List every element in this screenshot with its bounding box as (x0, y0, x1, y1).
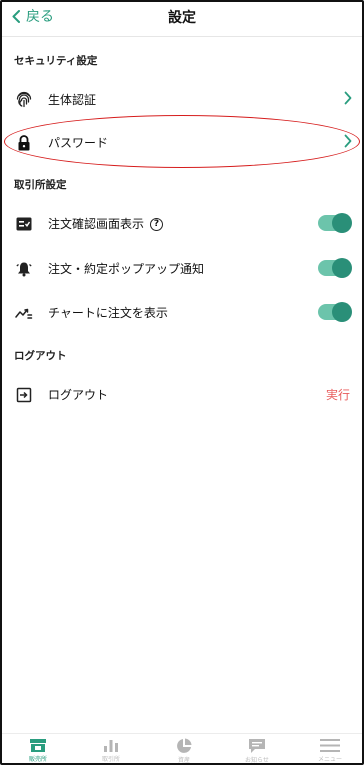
section-title-exchange: 取引所設定 (14, 179, 67, 191)
chat-icon (249, 739, 265, 753)
menu-icon (320, 739, 340, 752)
tab-store[interactable]: 販売所 (13, 738, 63, 763)
pie-chart-icon (177, 738, 192, 753)
logout-execute-button[interactable]: 実行 (326, 386, 350, 403)
toggle-knob (332, 302, 352, 322)
logout-label: ログアウト (48, 388, 109, 402)
tab-assets[interactable]: 資産 (159, 738, 209, 764)
tab-menu[interactable]: メニュー (305, 738, 355, 763)
order-confirm-icon (14, 214, 34, 234)
order-confirm-text: 注文確認画面表示 (48, 217, 145, 231)
bottom-tab-bar: 販売所 取引所 資産 お知らせ メニュー (2, 733, 362, 763)
fingerprint-icon (14, 90, 34, 110)
order-confirm-row: 注文確認画面表示? (2, 205, 362, 241)
header-divider (2, 36, 362, 37)
chart-orders-label: チャートに注文を表示 (48, 306, 168, 320)
chevron-right-icon (344, 90, 352, 109)
logout-row[interactable]: ログアウト 実行 (2, 376, 362, 412)
tab-exchange[interactable]: 取引所 (86, 738, 136, 763)
chart-trend-icon (14, 303, 34, 323)
page-title: 設定 (168, 10, 196, 26)
chart-orders-row: チャートに注文を表示 (2, 294, 362, 330)
tab-label: 取引所 (101, 756, 120, 763)
toggle-knob (332, 258, 352, 278)
biometric-row[interactable]: 生体認証 (2, 81, 362, 117)
bar-chart-icon (104, 740, 118, 752)
help-icon[interactable]: ? (150, 218, 164, 231)
toggle-knob (332, 213, 352, 233)
header: 戻る 設定 (2, 2, 362, 34)
tab-label: 販売所 (28, 756, 47, 763)
password-label: パスワード (48, 136, 109, 150)
chart-orders-toggle[interactable] (318, 302, 352, 322)
tab-news[interactable]: お知らせ (232, 738, 282, 764)
bell-icon (14, 259, 34, 279)
lock-icon (14, 133, 34, 153)
store-icon (30, 739, 46, 752)
tab-label: 資産 (177, 757, 190, 764)
chevron-right-icon (344, 133, 352, 152)
section-title-logout: ログアウト (14, 350, 67, 362)
biometric-label: 生体認証 (48, 93, 97, 107)
order-confirm-label: 注文確認画面表示? (48, 215, 164, 232)
order-confirm-toggle[interactable] (318, 213, 352, 233)
tab-label: お知らせ (245, 757, 269, 764)
order-popup-row: 注文・約定ポップアップ通知 (2, 250, 362, 286)
logout-icon (14, 385, 34, 405)
settings-screen: 戻る 設定 セキュリティ設定 生体認証 パスワード 取引所設定 注文確認画面表示… (0, 0, 364, 765)
tab-label: メニュー (317, 756, 342, 763)
order-popup-label: 注文・約定ポップアップ通知 (48, 262, 205, 276)
section-title-security: セキュリティ設定 (14, 55, 98, 67)
order-popup-toggle[interactable] (318, 258, 352, 278)
password-row[interactable]: パスワード (2, 124, 362, 160)
